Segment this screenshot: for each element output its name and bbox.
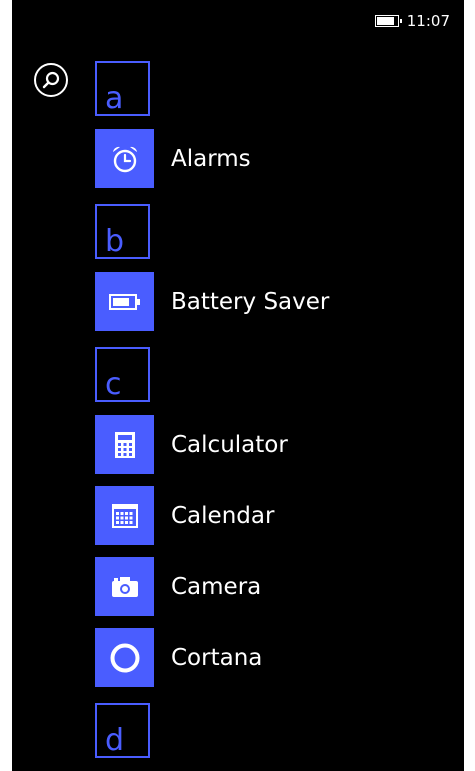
group-header-c[interactable]: c xyxy=(95,345,150,404)
app-tile-calculator[interactable] xyxy=(95,415,154,474)
cortana-icon xyxy=(110,643,139,672)
camera-icon xyxy=(111,576,138,597)
alarm-clock-icon xyxy=(112,146,137,172)
app-item-alarms[interactable]: Alarms xyxy=(95,129,251,188)
calendar-icon xyxy=(111,503,138,528)
battery-icon xyxy=(108,293,140,310)
app-label-camera: Camera xyxy=(171,573,262,600)
app-item-cortana[interactable]: Cortana xyxy=(95,628,262,687)
status-time: 11:07 xyxy=(406,12,450,30)
letter-tile-a[interactable]: a xyxy=(95,61,150,116)
app-tile-battery-saver[interactable] xyxy=(95,272,154,331)
app-label-battery-saver: Battery Saver xyxy=(171,288,330,315)
battery-status-icon xyxy=(374,15,402,27)
app-tile-alarms[interactable] xyxy=(95,129,154,188)
app-item-camera[interactable]: Camera xyxy=(95,557,261,616)
app-item-calendar[interactable]: Calendar xyxy=(95,486,274,545)
group-header-a[interactable]: a xyxy=(95,59,150,118)
app-tile-camera[interactable] xyxy=(95,557,154,616)
status-bar: 11:07 xyxy=(374,10,450,32)
search-icon xyxy=(42,71,60,89)
app-tile-calendar[interactable] xyxy=(95,486,154,545)
app-item-calculator[interactable]: Calculator xyxy=(95,415,288,474)
app-item-battery-saver[interactable]: Battery Saver xyxy=(95,272,329,331)
app-label-calculator: Calculator xyxy=(171,431,288,458)
app-label-alarms: Alarms xyxy=(171,145,251,172)
letter-tile-b[interactable]: b xyxy=(95,204,150,259)
phone-screen: 11:07 a Alarms b Battery Saver c Calcula… xyxy=(12,0,464,771)
search-button[interactable] xyxy=(34,63,68,97)
app-label-cortana: Cortana xyxy=(171,644,263,671)
group-header-d[interactable]: d xyxy=(95,701,150,760)
calculator-icon xyxy=(114,431,135,458)
letter-tile-c[interactable]: c xyxy=(95,347,150,402)
group-header-b[interactable]: b xyxy=(95,202,150,261)
app-label-calendar: Calendar xyxy=(171,502,275,529)
letter-tile-d[interactable]: d xyxy=(95,703,150,758)
app-tile-cortana[interactable] xyxy=(95,628,154,687)
